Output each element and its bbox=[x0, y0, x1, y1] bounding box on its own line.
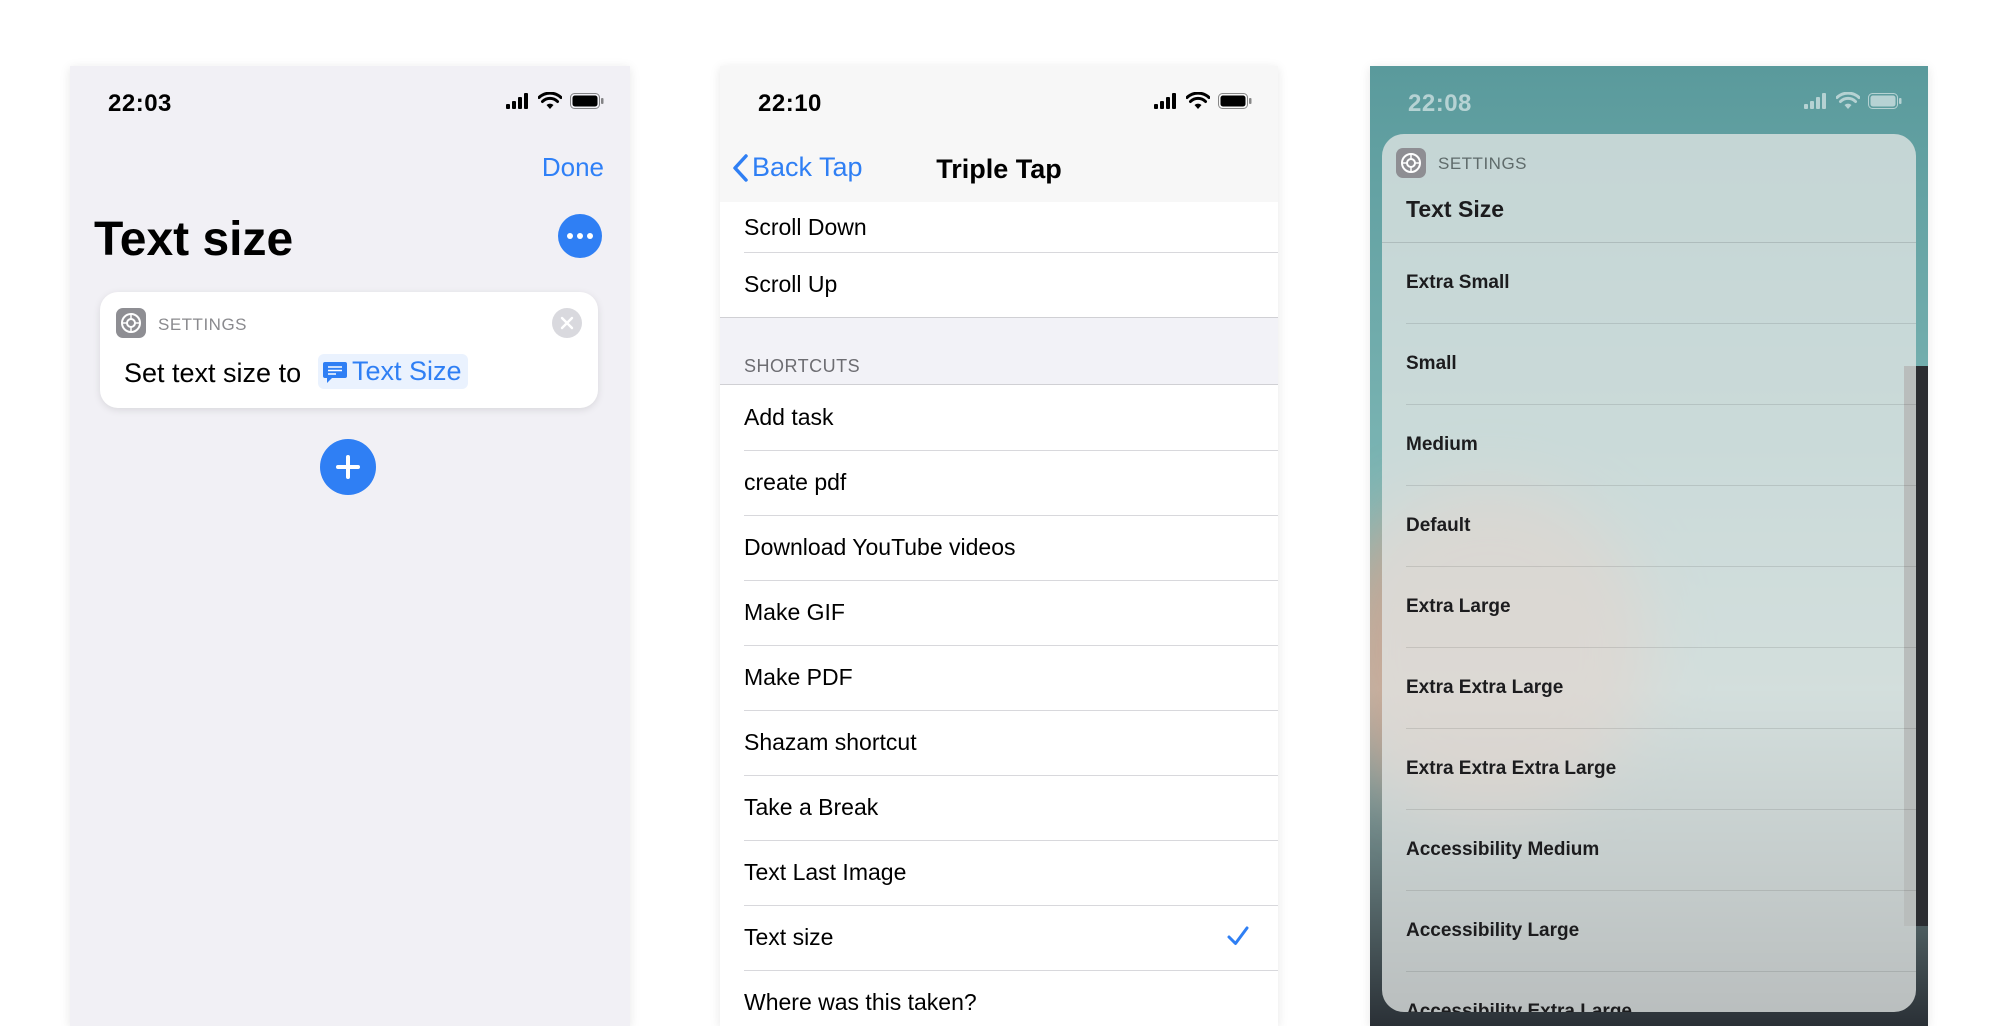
actions-group: Scroll Down Scroll Up bbox=[720, 202, 1278, 317]
set-text-size-action-card[interactable]: SETTINGS Set text size to Text Size bbox=[100, 292, 598, 408]
status-icons bbox=[506, 92, 604, 110]
menu-option[interactable]: Medium bbox=[1406, 405, 1916, 486]
list-item[interactable]: Shazam shortcut bbox=[720, 710, 1278, 775]
menu-option[interactable]: Default bbox=[1406, 486, 1916, 567]
text-size-picker-screen: 22:08 SETTINGS Text Size Extra Small Sma… bbox=[1370, 66, 1928, 1026]
text-size-menu: SETTINGS Text Size Extra Small Small Med… bbox=[1382, 134, 1916, 1012]
navigation-bar: Back Tap Triple Tap bbox=[720, 138, 1278, 202]
list-item[interactable]: Text Last Image bbox=[720, 840, 1278, 905]
token-label: Text Size bbox=[352, 356, 462, 386]
text-size-variable-token[interactable]: Text Size bbox=[318, 354, 468, 389]
close-icon[interactable] bbox=[552, 308, 582, 338]
page-title: Text size bbox=[94, 213, 294, 266]
list-item[interactable]: Scroll Up bbox=[720, 252, 1278, 317]
list-item[interactable]: Make GIF bbox=[720, 580, 1278, 645]
plus-icon[interactable] bbox=[320, 439, 376, 495]
list-item[interactable]: Take a Break bbox=[720, 775, 1278, 840]
list-item-selected[interactable]: Text size bbox=[720, 905, 1278, 970]
gear-icon bbox=[1396, 148, 1426, 178]
menu-app-label: SETTINGS bbox=[1438, 154, 1528, 173]
menu-option[interactable]: Accessibility Large bbox=[1406, 891, 1916, 972]
status-icons bbox=[1804, 92, 1902, 110]
menu-option[interactable]: Extra Large bbox=[1406, 567, 1916, 648]
battery-icon bbox=[1868, 93, 1902, 109]
menu-option[interactable]: Small bbox=[1406, 324, 1916, 405]
status-time: 22:10 bbox=[758, 90, 822, 117]
wifi-icon bbox=[1836, 92, 1860, 109]
menu-option[interactable]: Extra Extra Extra Large bbox=[1406, 729, 1916, 810]
more-icon bbox=[567, 233, 573, 239]
list-item[interactable]: Where was this taken? bbox=[720, 970, 1278, 1026]
menu-option[interactable]: Extra Small bbox=[1406, 243, 1916, 324]
done-button[interactable]: Done bbox=[542, 152, 604, 183]
signal-icon bbox=[1804, 93, 1826, 109]
gear-icon bbox=[116, 308, 146, 338]
action-text: Set text size to bbox=[124, 358, 302, 388]
menu-title: Text Size bbox=[1406, 196, 1504, 222]
menu-option[interactable]: Accessibility Medium bbox=[1406, 810, 1916, 891]
status-bar: 22:03 bbox=[70, 66, 630, 138]
battery-icon bbox=[1218, 93, 1252, 109]
list-item[interactable]: create pdf bbox=[720, 450, 1278, 515]
wifi-icon bbox=[538, 92, 562, 109]
list-item[interactable]: Make PDF bbox=[720, 645, 1278, 710]
group-separator bbox=[720, 317, 1278, 318]
status-time: 22:08 bbox=[1408, 90, 1472, 117]
shortcut-editor-screen: 22:03 Done Text size SETTINGS Set text s… bbox=[70, 66, 630, 1026]
signal-icon bbox=[506, 93, 528, 109]
list-item[interactable]: Scroll Down bbox=[720, 202, 1278, 252]
status-bar: 22:10 bbox=[720, 66, 1278, 138]
menu-option[interactable]: Extra Extra Large bbox=[1406, 648, 1916, 729]
menu-option[interactable]: Accessibility Extra Large bbox=[1406, 972, 1916, 1012]
action-app-label: SETTINGS bbox=[158, 315, 248, 334]
wifi-icon bbox=[1186, 92, 1210, 109]
status-time: 22:03 bbox=[108, 90, 172, 117]
more-button[interactable] bbox=[558, 214, 602, 258]
battery-icon bbox=[570, 93, 604, 109]
status-icons bbox=[1154, 92, 1252, 110]
nav-title: Triple Tap bbox=[936, 154, 1062, 184]
signal-icon bbox=[1154, 93, 1176, 109]
checkmark-icon bbox=[1227, 926, 1249, 945]
triple-tap-screen: 22:10 Back Tap Triple Tap Scroll Down Sc… bbox=[720, 66, 1278, 1026]
section-header: SHORTCUTS bbox=[744, 356, 861, 376]
list-item[interactable]: Download YouTube videos bbox=[720, 515, 1278, 580]
shortcuts-group: Add task create pdf Download YouTube vid… bbox=[720, 385, 1278, 1026]
status-bar: 22:08 bbox=[1370, 66, 1928, 138]
list-item[interactable]: Add task bbox=[720, 385, 1278, 450]
text-bubble-icon bbox=[323, 361, 347, 383]
